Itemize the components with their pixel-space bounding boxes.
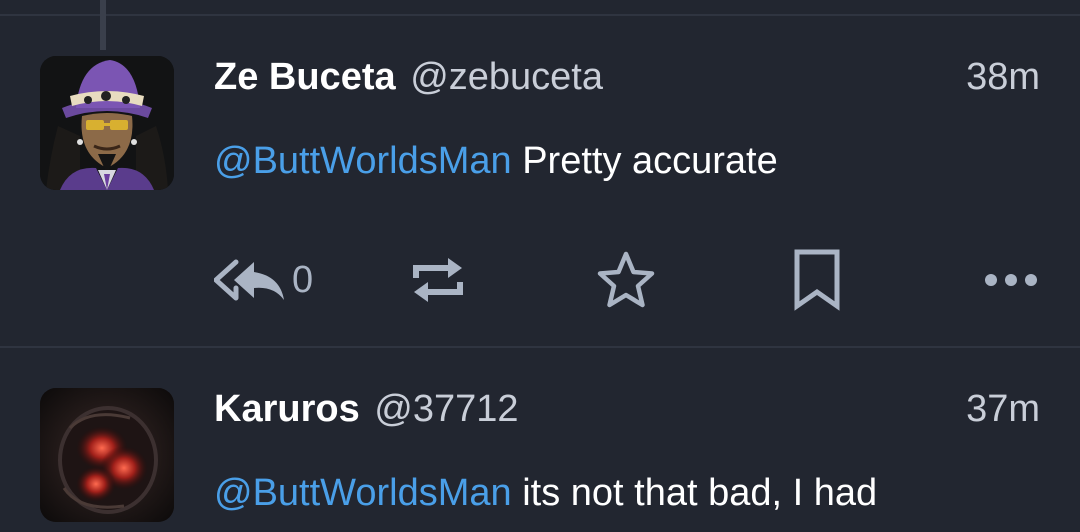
bookmark-icon xyxy=(794,249,840,311)
dark-red-abstract-avatar xyxy=(40,388,174,522)
reply-button[interactable]: 0 xyxy=(214,248,313,312)
tweet-header: Karuros @37712 37m xyxy=(214,384,1040,434)
avatar[interactable] xyxy=(40,388,174,522)
user-handle[interactable]: @37712 xyxy=(374,388,518,430)
tweet-actions: 0 xyxy=(214,248,1040,312)
tweet-text-content: Pretty accurate xyxy=(511,140,778,182)
tweet-text: @ButtWorldsMan Pretty accurate xyxy=(214,136,1040,186)
display-name[interactable]: Karuros xyxy=(214,388,360,430)
reply-count: 0 xyxy=(292,258,314,301)
tweet-text: @ButtWorldsMan its not that bad, I had xyxy=(214,468,1040,518)
bookmark-button[interactable] xyxy=(792,248,842,312)
tweet-text-content: its not that bad, I had xyxy=(511,472,878,514)
retweet-icon xyxy=(413,258,463,302)
cartoon-character-avatar xyxy=(40,56,174,190)
avatar[interactable] xyxy=(40,56,174,190)
reply-all-icon xyxy=(214,259,284,301)
tweet[interactable]: Ze Buceta @zebuceta 38m @ButtWorldsMan P… xyxy=(0,0,1080,346)
retweet-button[interactable] xyxy=(410,248,466,312)
tweet[interactable]: Karuros @37712 37m @ButtWorldsMan its no… xyxy=(0,348,1080,532)
user-handle[interactable]: @zebuceta xyxy=(410,56,603,98)
timeline: Ze Buceta @zebuceta 38m @ButtWorldsMan P… xyxy=(0,0,1080,532)
timestamp: 37m xyxy=(966,388,1040,430)
display-name[interactable]: Ze Buceta xyxy=(214,56,396,98)
star-icon xyxy=(597,251,655,308)
more-options-button[interactable] xyxy=(982,248,1040,312)
mention-link[interactable]: @ButtWorldsMan xyxy=(214,472,512,514)
more-icon xyxy=(985,274,1037,286)
mention-link[interactable]: @ButtWorldsMan xyxy=(214,140,512,182)
timestamp: 38m xyxy=(966,56,1040,98)
favorite-button[interactable] xyxy=(594,248,658,312)
tweet-header: Ze Buceta @zebuceta 38m xyxy=(214,52,1040,102)
